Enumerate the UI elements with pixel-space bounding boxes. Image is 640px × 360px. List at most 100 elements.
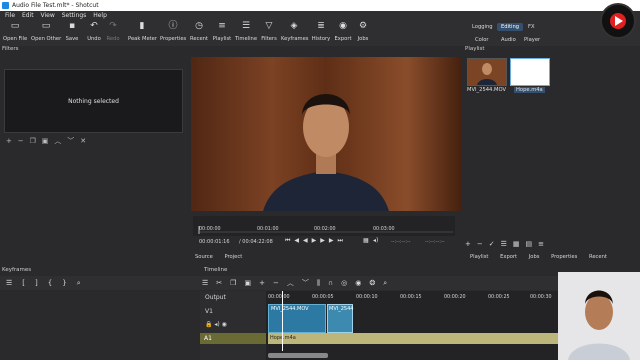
playlist-label: Playlist [212, 36, 232, 42]
remove-filter-icon[interactable]: − [18, 137, 24, 145]
menu-file[interactable]: File [5, 11, 15, 20]
add-icon[interactable]: + [465, 240, 477, 248]
timeline-ruler[interactable]: 00:00:00 00:00:05 00:00:10 00:00:15 00:0… [268, 293, 560, 303]
video-preview[interactable] [191, 57, 461, 211]
toggle-grid-icon[interactable]: ▦ [363, 237, 369, 244]
ripple-icon[interactable]: ◉ [355, 279, 369, 287]
zoom-out-icon[interactable]: ⌕ [383, 279, 395, 287]
overwrite-icon[interactable]: ﹀ [302, 279, 317, 287]
add-filter-icon[interactable]: + [6, 137, 12, 145]
transport-bar: 00:00:01:16 / 00:04:22:08 ⏮◀◀▶▶▶⏭ ▦ ◂) -… [193, 236, 455, 248]
tab-project[interactable]: Project [224, 254, 242, 260]
paste-icon[interactable]: ▣ [244, 279, 259, 287]
filters-button[interactable]: ▽ Filters [260, 21, 278, 42]
tab-playlist[interactable]: Playlist [470, 254, 488, 260]
redo-label: Redo [106, 36, 120, 42]
copy-icon[interactable]: ❐ [230, 279, 244, 287]
menu-icon[interactable]: ≡ [538, 240, 550, 248]
remove-icon-tl[interactable]: − [273, 279, 287, 287]
bracket-in-icon[interactable]: [ [22, 279, 35, 287]
playlist-thumb-video[interactable] [467, 58, 507, 86]
lift-icon[interactable]: ︿ [287, 279, 302, 287]
player-scrub-bar[interactable]: 00:00:00 00:01:00 00:02:00 00:03:00 [193, 216, 455, 236]
properties-label: Properties [160, 36, 187, 42]
tab-properties[interactable]: Properties [551, 254, 577, 260]
keyframes-button[interactable]: ◈ Keyframes [281, 21, 309, 42]
view-tiles-icon[interactable]: ▤ [526, 240, 539, 248]
history-icon: ≣ [317, 21, 325, 31]
track-a1-header: A1 [200, 333, 266, 344]
paste-filter-icon[interactable]: ▣ [42, 137, 49, 145]
workspace-audio[interactable]: Audio [497, 36, 520, 44]
playlist-thumb-audio[interactable] [510, 58, 550, 86]
split-icon[interactable]: ⫼ [317, 279, 328, 287]
jobs-button[interactable]: ⚙ Jobs [355, 21, 371, 42]
video-clip-2[interactable]: MVI_2544 [327, 304, 353, 333]
peak-meter-label: Peak Meter [128, 36, 157, 42]
move-down-icon[interactable]: ﹀ [67, 137, 74, 145]
menu-settings[interactable]: Settings [62, 11, 87, 20]
keyframe-menu-icon[interactable]: ☰ [6, 279, 22, 287]
timeline-scrollbar[interactable] [268, 353, 328, 358]
channel-logo [600, 3, 636, 39]
playlist-buttons[interactable]: +−✓☰▦▤≡ [465, 240, 550, 248]
zoom-keyframes-icon[interactable]: ⌕ [77, 279, 91, 287]
save-button[interactable]: ▪ Save [64, 21, 80, 42]
move-up-icon[interactable]: ︿ [54, 137, 61, 145]
filters-list[interactable]: Nothing selected [4, 69, 183, 133]
scrub-tick-1: 00:01:00 [257, 227, 279, 232]
timeline-button[interactable]: ☰ Timeline [234, 21, 258, 42]
track-v1-controls[interactable]: 🔒 ◂) ◉ [205, 321, 227, 328]
open-other-button[interactable]: ▭ Open Other [31, 21, 61, 42]
clip-1-label: MVI_2544.MOV [271, 306, 309, 312]
export-icon: ◉ [339, 21, 347, 31]
track-headers: Output V1 🔒 ◂) ◉ [200, 291, 266, 360]
playhead[interactable] [282, 291, 283, 351]
remove-icon[interactable]: − [477, 240, 489, 248]
undo-icon: ↶ [90, 21, 98, 31]
view-list-icon[interactable]: ☰ [501, 240, 513, 248]
position-timecode[interactable]: 00:00:01:16 [199, 239, 230, 245]
peak-meter-button[interactable]: ▮ Peak Meter [128, 21, 157, 42]
deselect-icon[interactable]: ✕ [80, 137, 86, 145]
menu-help[interactable]: Help [93, 11, 107, 20]
workspace-editing[interactable]: Editing [497, 23, 524, 31]
volume-icon[interactable]: ◂) [373, 237, 378, 244]
timeline-tools[interactable]: ☰✂❐▣+−︿﹀⫼∩◎◉❂⌕ [202, 276, 395, 290]
workspace-fx[interactable]: FX [524, 23, 539, 31]
tab-jobs[interactable]: Jobs [529, 254, 540, 260]
ruler-tick-5: 00:00:25 [488, 295, 510, 300]
workspace-logging[interactable]: Logging [468, 23, 497, 31]
history-button[interactable]: ≣ History [311, 21, 331, 42]
tab-source[interactable]: Source [195, 254, 213, 260]
transport-controls[interactable]: ⏮◀◀▶▶▶⏭ [285, 237, 347, 245]
workspace-color[interactable]: Color [471, 36, 493, 44]
recent-button[interactable]: ◷ Recent [189, 21, 209, 42]
bracket-out-icon[interactable]: ] [35, 279, 48, 287]
menu-view[interactable]: View [41, 11, 55, 20]
brace-out-icon[interactable]: } [62, 279, 76, 287]
snap-icon[interactable]: ∩ [328, 279, 341, 287]
update-icon[interactable]: ✓ [489, 240, 501, 248]
open-file-button[interactable]: ▭ Open File [3, 21, 27, 42]
menu-edit[interactable]: Edit [22, 11, 34, 20]
audio-clip[interactable]: Hope.m4a [268, 333, 560, 344]
playlist-button[interactable]: ≡ Playlist [212, 21, 232, 42]
redo-button[interactable]: ↷ Redo [105, 21, 121, 42]
append-icon[interactable]: + [259, 279, 273, 287]
undo-button[interactable]: ↶ Undo [85, 21, 103, 42]
copy-filter-icon[interactable]: ❐ [30, 137, 36, 145]
scrub-icon[interactable]: ◎ [341, 279, 355, 287]
tab-export[interactable]: Export [500, 254, 517, 260]
ruler-tick-6: 00:00:30 [530, 295, 552, 300]
export-button[interactable]: ◉ Export [334, 21, 352, 42]
ripple-all-icon[interactable]: ❂ [369, 279, 383, 287]
workspace-player[interactable]: Player [520, 36, 544, 44]
properties-button[interactable]: ⓘ Properties [160, 21, 186, 42]
brace-in-icon[interactable]: { [48, 279, 62, 287]
timeline-menu-icon[interactable]: ☰ [202, 279, 216, 287]
cut-icon[interactable]: ✂ [216, 279, 230, 287]
tab-recent[interactable]: Recent [589, 254, 607, 260]
video-clip-1[interactable]: MVI_2544.MOV [268, 304, 326, 333]
view-icons-icon[interactable]: ▦ [513, 240, 526, 248]
